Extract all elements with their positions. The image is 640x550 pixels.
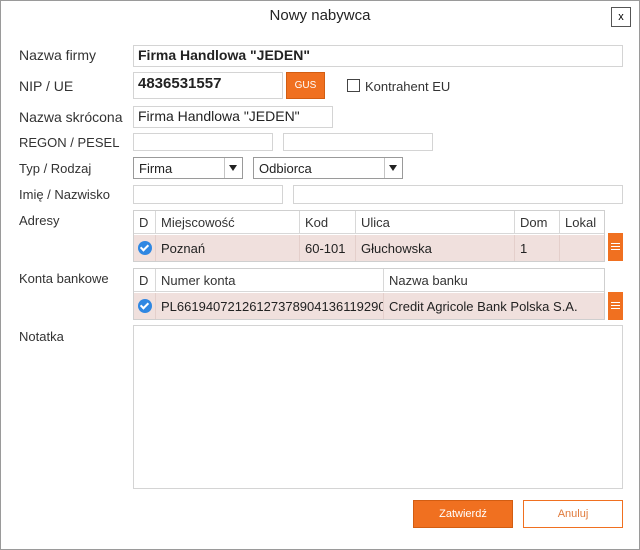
label-nip-ue: NIP / UE xyxy=(19,78,74,94)
cell-dom: 1 xyxy=(515,235,560,261)
label-typ-rodzaj: Typ / Rodzaj xyxy=(19,161,92,176)
pesel-input[interactable] xyxy=(283,133,433,151)
cell-numer-konta: PL66194072126127378904136119290 xyxy=(156,293,384,319)
default-cell xyxy=(134,293,156,319)
kontrahent-eu-checkbox[interactable] xyxy=(347,79,360,92)
cell-miejscowosc: Poznań xyxy=(156,235,300,261)
check-circle-icon xyxy=(138,299,152,313)
notatka-textarea[interactable] xyxy=(133,325,623,489)
cell-lokal xyxy=(560,235,604,261)
adresy-col-miejscowosc[interactable]: Miejscowość xyxy=(156,211,300,234)
rodzaj-select-separator xyxy=(384,158,385,178)
label-imie-nazwisko: Imię / Nazwisko xyxy=(19,187,111,202)
nazwisko-input[interactable] xyxy=(293,185,623,204)
nip-input[interactable]: 4836531557 xyxy=(133,72,283,99)
table-row[interactable]: Poznań 60-101 Głuchowska 1 xyxy=(134,235,604,261)
default-cell xyxy=(134,235,156,261)
regon-input[interactable] xyxy=(133,133,273,151)
adresy-grid: D Miejscowość Kod Ulica Dom Lokal Poznań… xyxy=(133,210,605,262)
check-circle-icon xyxy=(138,241,152,255)
label-nazwa-firmy: Nazwa firmy xyxy=(19,47,97,63)
adresy-col-dom[interactable]: Dom xyxy=(515,211,560,234)
label-adresy: Adresy xyxy=(19,213,60,228)
rodzaj-select-value: Odbiorca xyxy=(259,161,312,176)
label-notatka: Notatka xyxy=(19,329,64,344)
adresy-col-d[interactable]: D xyxy=(134,211,156,234)
close-button[interactable]: x xyxy=(611,7,631,27)
chevron-down-icon xyxy=(229,165,237,171)
typ-select-value: Firma xyxy=(139,161,173,176)
dialog-window: Nowy nabywca x Nazwa firmy Firma Handlow… xyxy=(0,0,640,550)
label-konta-bankowe: Konta bankowe xyxy=(19,271,109,286)
table-row[interactable]: PL66194072126127378904136119290 Credit A… xyxy=(134,293,604,319)
typ-select-separator xyxy=(224,158,225,178)
imie-input[interactable] xyxy=(133,185,283,204)
konta-col-bank[interactable]: Nazwa banku xyxy=(384,269,604,292)
adresy-col-ulica[interactable]: Ulica xyxy=(356,211,515,234)
label-regon-pesel: REGON / PESEL xyxy=(19,135,120,150)
adresy-col-lokal[interactable]: Lokal xyxy=(560,211,604,234)
cell-ulica: Głuchowska xyxy=(356,235,515,261)
konta-grid: D Numer konta Nazwa banku PL661940721261… xyxy=(133,268,605,320)
cell-kod: 60-101 xyxy=(300,235,356,261)
title-bar: Nowy nabywca x xyxy=(1,1,639,33)
konta-col-numer[interactable]: Numer konta xyxy=(156,269,384,292)
cancel-button[interactable]: Anuluj xyxy=(523,500,623,528)
gus-button[interactable]: GUS xyxy=(286,72,325,99)
konta-header: D Numer konta Nazwa banku xyxy=(134,269,604,292)
confirm-button[interactable]: Zatwierdź xyxy=(413,500,513,528)
window-title: Nowy nabywca xyxy=(269,7,371,24)
cell-nazwa-banku: Credit Agricole Bank Polska S.A. xyxy=(389,299,578,314)
kontrahent-eu-label: Kontrahent EU xyxy=(365,79,451,94)
adresy-col-kod[interactable]: Kod xyxy=(300,211,356,234)
chevron-down-icon xyxy=(389,165,397,171)
adresy-menu-button[interactable] xyxy=(608,233,623,261)
label-nazwa-skrocona: Nazwa skrócona xyxy=(19,109,123,125)
adresy-header: D Miejscowość Kod Ulica Dom Lokal xyxy=(134,211,604,234)
konta-col-d[interactable]: D xyxy=(134,269,156,292)
nazwa-firmy-input[interactable]: Firma Handlowa "JEDEN" xyxy=(133,45,623,67)
nazwa-skrocona-input[interactable]: Firma Handlowa "JEDEN" xyxy=(133,106,333,128)
konta-menu-button[interactable] xyxy=(608,292,623,320)
rodzaj-select[interactable]: Odbiorca xyxy=(253,157,403,179)
typ-select[interactable]: Firma xyxy=(133,157,243,179)
